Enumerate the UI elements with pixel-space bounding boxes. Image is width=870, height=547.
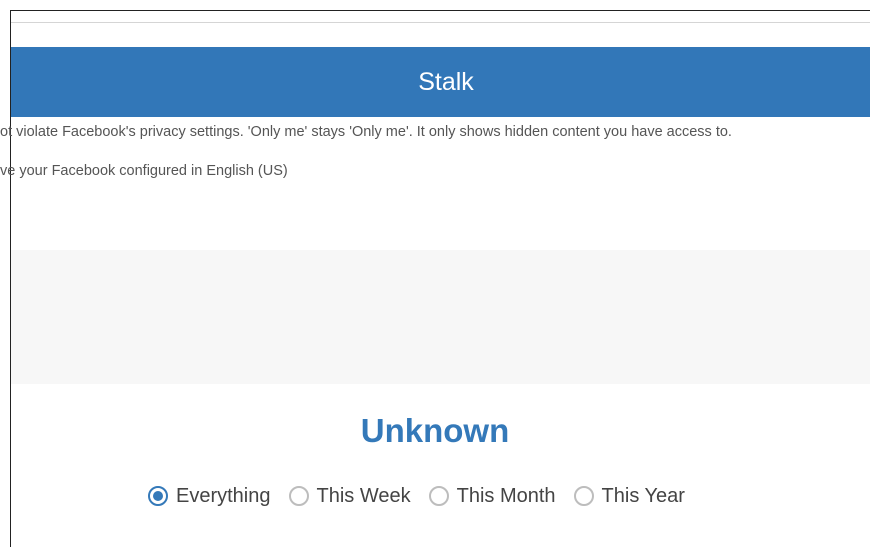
radio-label-this-week: This Week — [316, 484, 411, 507]
radio-label-this-month: This Month — [456, 484, 556, 507]
radio-button-icon[interactable] — [288, 486, 309, 506]
radio-dot-icon — [153, 491, 163, 501]
radio-button-icon[interactable] — [573, 486, 594, 506]
radio-label-everything: Everything — [176, 484, 271, 507]
result-title: Unknown — [360, 412, 510, 449]
privacy-notice: ot violate Facebook's privacy settings. … — [0, 124, 732, 140]
radio-this-year[interactable]: This Year — [573, 484, 685, 508]
radio-label-this-year: This Year — [601, 484, 685, 507]
radio-everything[interactable]: Everything — [148, 485, 271, 508]
time-filter-group: Everything This Week This Month This Yea… — [148, 482, 703, 510]
radio-button-checked-icon[interactable] — [148, 486, 168, 506]
top-toolbar-strip — [11, 11, 870, 23]
app-title: Stalk — [418, 67, 474, 96]
app-header: Stalk — [11, 47, 870, 117]
language-notice: ve your Facebook configured in English (… — [0, 163, 288, 179]
content-panel — [11, 250, 870, 384]
radio-button-icon[interactable] — [428, 486, 449, 506]
radio-this-week[interactable]: This Week — [288, 484, 411, 508]
radio-this-month[interactable]: This Month — [428, 484, 556, 508]
